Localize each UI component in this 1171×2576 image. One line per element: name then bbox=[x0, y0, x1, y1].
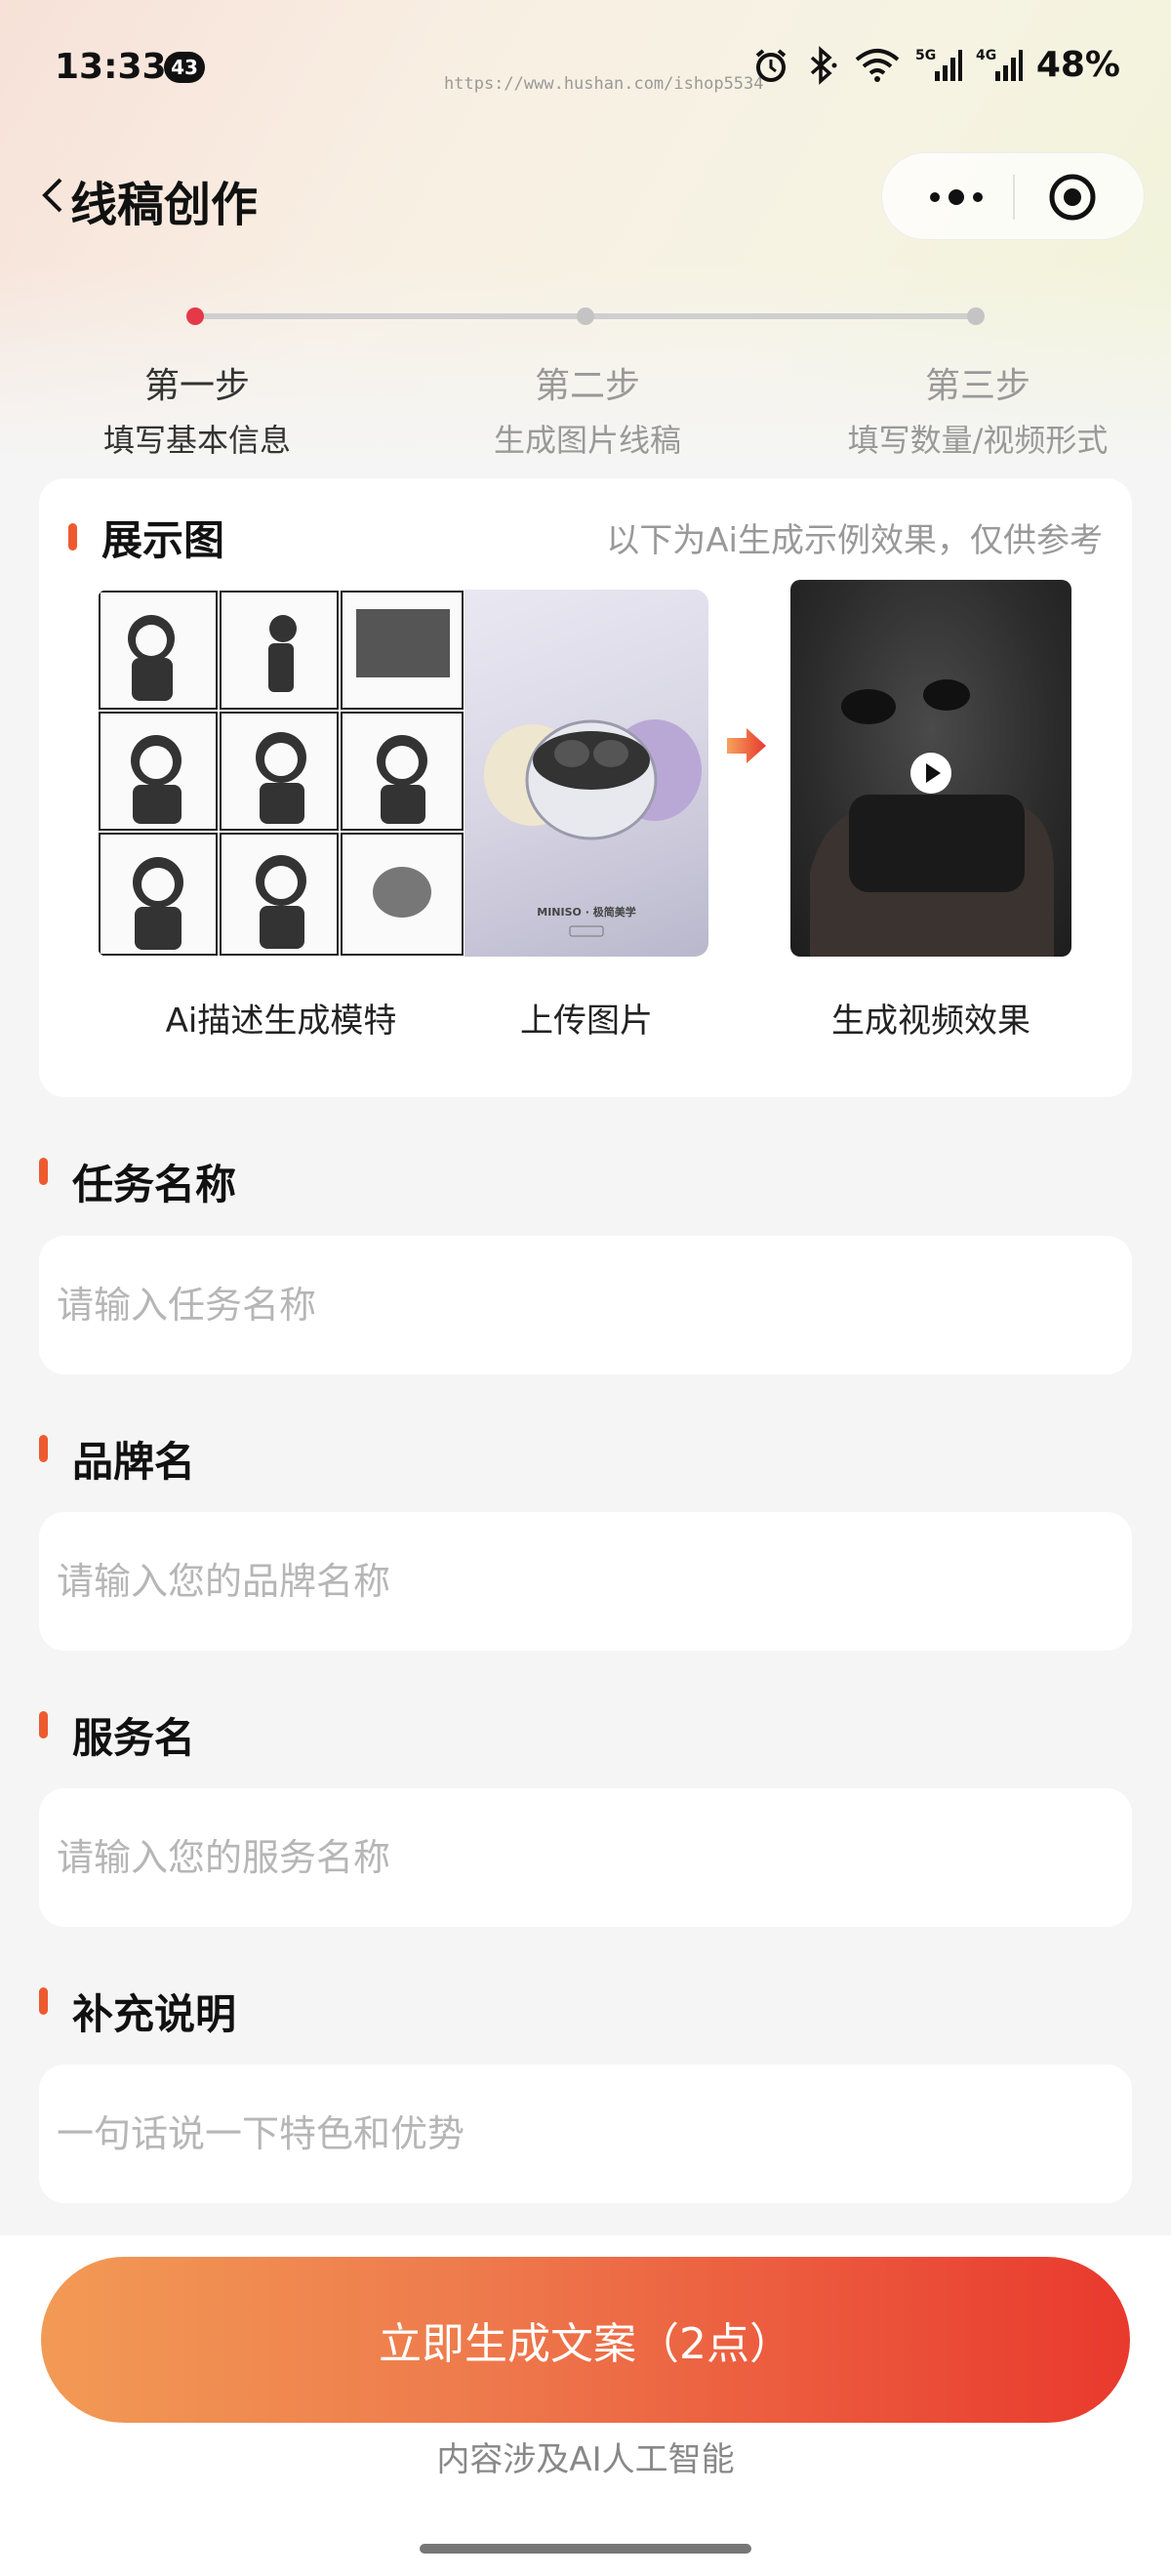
signal-5g-icon: 5G bbox=[915, 48, 962, 81]
back-arrow-icon[interactable] bbox=[37, 174, 66, 217]
task-name-label: 任务名称 bbox=[72, 1161, 237, 1208]
service-name-label: 服务名 bbox=[72, 1714, 196, 1762]
brand-name-input[interactable] bbox=[39, 1512, 1132, 1651]
generate-button[interactable]: 立即生成文案（2点） bbox=[41, 2257, 1130, 2423]
page-title: 线稿创作 bbox=[70, 178, 259, 232]
ai-disclaimer: 内容涉及AI人工智能 bbox=[436, 2440, 735, 2479]
watermark-text: https://www.hushan.com/ishop5534 bbox=[444, 74, 764, 94]
more-dots-icon[interactable] bbox=[917, 179, 995, 216]
step-3-title: 第三步 bbox=[924, 366, 1030, 406]
section-marker bbox=[68, 523, 77, 551]
step-2-subtitle: 生成图片线稿 bbox=[493, 422, 681, 459]
arrow-right-icon bbox=[727, 728, 766, 763]
close-target-icon[interactable] bbox=[1048, 173, 1097, 222]
bluetooth-icon bbox=[810, 45, 837, 85]
step-2-title: 第二步 bbox=[534, 366, 640, 406]
caption-upload: 上传图片 bbox=[520, 1002, 653, 1041]
step-3: 第三步 填写数量/视频形式 bbox=[822, 357, 1134, 461]
earbuds-product-illustration bbox=[484, 719, 702, 937]
step-3-subtitle: 填写数量/视频形式 bbox=[847, 422, 1109, 459]
wifi-icon bbox=[855, 48, 900, 82]
service-name-input[interactable] bbox=[39, 1788, 1132, 1927]
section-marker bbox=[39, 1158, 48, 1185]
signal-4g-icon: 4G bbox=[976, 48, 1023, 81]
sketch-grid-illustration bbox=[98, 590, 464, 957]
notification-badge: 43 bbox=[164, 52, 205, 83]
battery-level: 48% bbox=[1035, 45, 1120, 85]
showcase-title: 展示图 bbox=[101, 516, 225, 564]
product-brand-label: MINISO · 极简美学 bbox=[537, 906, 636, 919]
step-1-subtitle: 填写基本信息 bbox=[102, 422, 291, 459]
section-marker bbox=[39, 1711, 48, 1738]
status-icons: 5G 4G 48% bbox=[751, 45, 1120, 85]
network-4g-label: 4G bbox=[976, 48, 996, 63]
step-dot-3 bbox=[967, 307, 985, 325]
video-preview[interactable] bbox=[790, 580, 1071, 957]
alarm-icon bbox=[755, 48, 787, 82]
description-input[interactable] bbox=[39, 2065, 1132, 2203]
step-1: 第一步 填写基本信息 bbox=[41, 357, 353, 461]
showcase-hint: 以下为Ai生成示例效果，仅供参考 bbox=[606, 521, 1103, 560]
section-marker bbox=[39, 1435, 48, 1462]
section-marker bbox=[39, 1987, 48, 2015]
caption-video: 生成视频效果 bbox=[831, 1002, 1030, 1041]
sketch-grid-image bbox=[98, 590, 464, 957]
play-icon[interactable] bbox=[909, 751, 953, 796]
product-photo: MINISO · 极简美学 bbox=[464, 590, 708, 957]
capsule-divider bbox=[1013, 175, 1015, 220]
caption-ai-model: Ai描述生成模特 bbox=[165, 1002, 397, 1041]
step-dot-1 bbox=[186, 307, 204, 325]
status-time: 13:33 bbox=[55, 47, 167, 87]
description-label: 补充说明 bbox=[72, 1990, 237, 2038]
step-dot-2 bbox=[577, 307, 594, 325]
step-1-title: 第一步 bbox=[143, 366, 250, 406]
step-2: 第二步 生成图片线稿 bbox=[431, 357, 744, 461]
brand-name-label: 品牌名 bbox=[72, 1438, 196, 1486]
mini-program-capsule bbox=[881, 152, 1145, 240]
showcase-card: 展示图 以下为Ai生成示例效果，仅供参考 MINISO · 极简美学 Ai描述生… bbox=[39, 478, 1132, 1097]
home-indicator[interactable] bbox=[420, 2544, 751, 2554]
step-progress: 第一步 填写基本信息 第二步 生成图片线稿 第三步 填写数量/视频形式 bbox=[0, 293, 1171, 459]
task-name-input[interactable] bbox=[39, 1236, 1132, 1374]
status-bar: 13:33 43 https://www.hushan.com/ishop553… bbox=[0, 0, 1171, 137]
network-5g-label: 5G bbox=[915, 48, 936, 63]
